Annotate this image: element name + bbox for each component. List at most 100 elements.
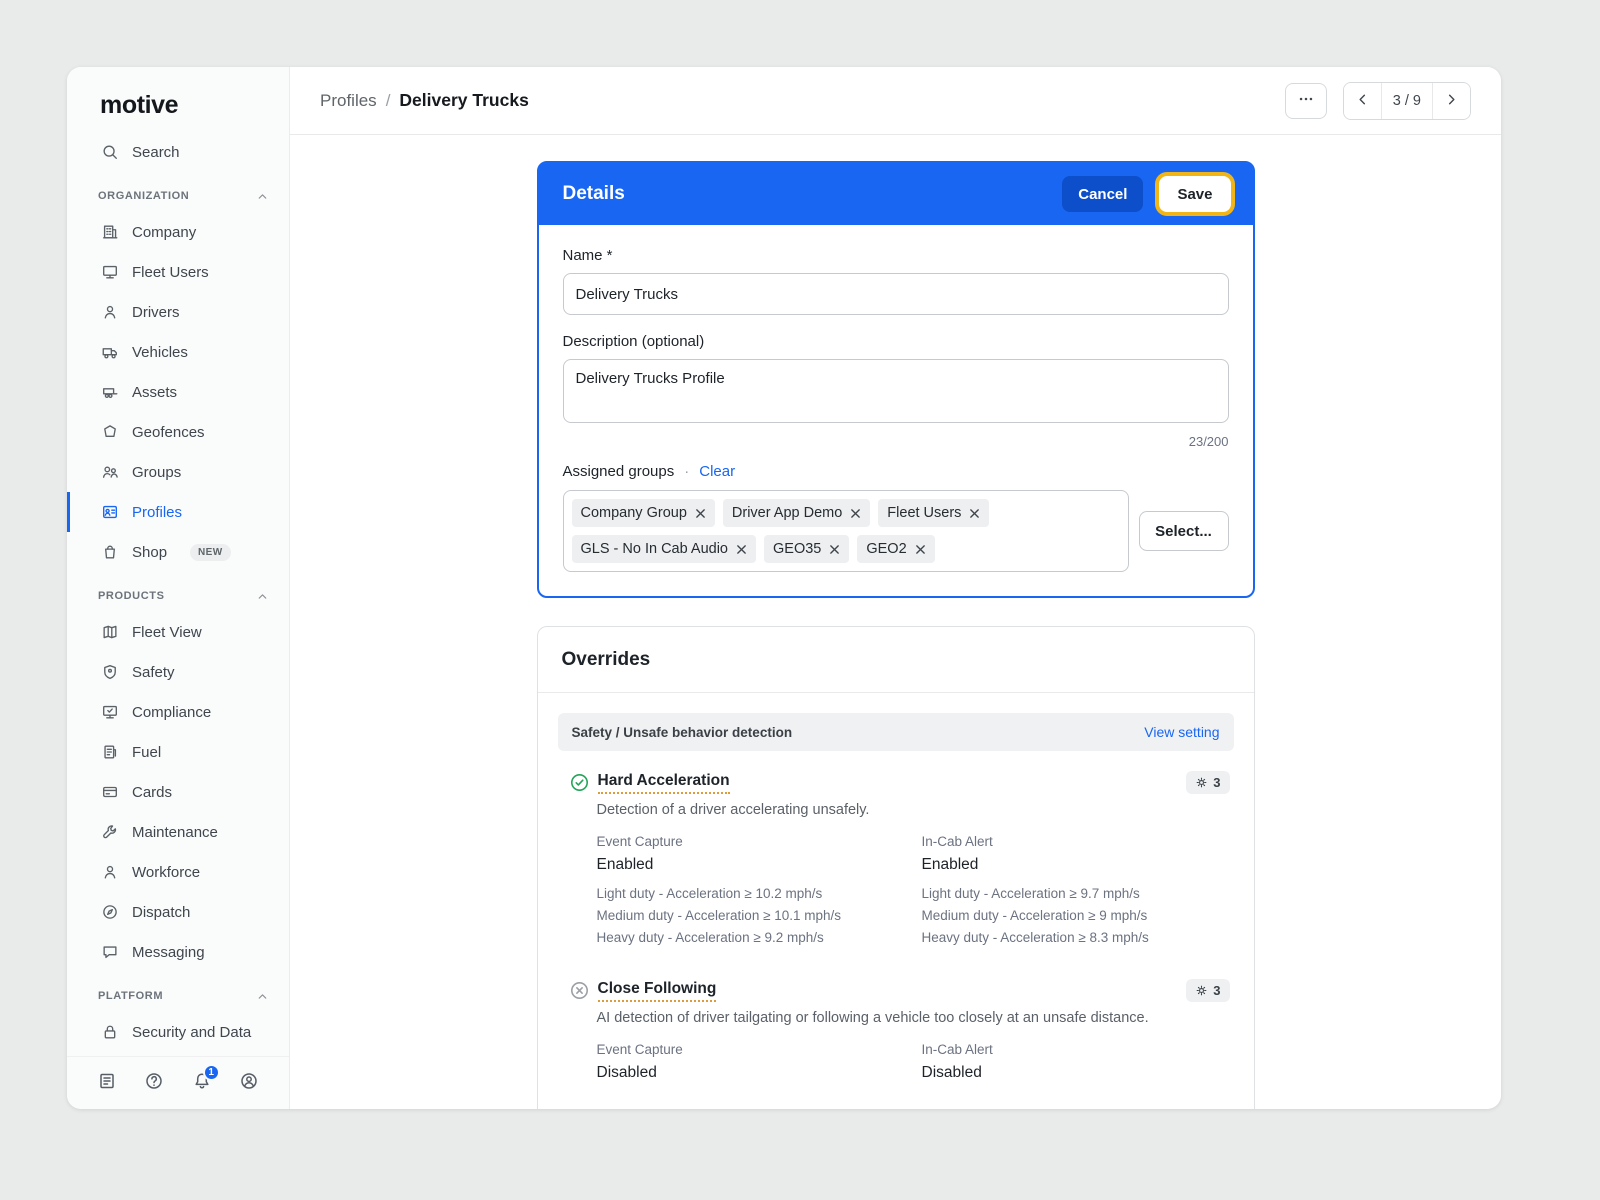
select-groups-button[interactable]: Select... [1138, 511, 1229, 551]
sidebar-item-shop[interactable]: Shop NEW [67, 532, 289, 572]
compass-icon [101, 903, 119, 921]
group-chip-label: GEO2 [866, 541, 907, 557]
details-title: Details [562, 183, 625, 204]
incab-alert-value: Enabled [921, 856, 979, 873]
more-actions-button[interactable] [1284, 82, 1327, 119]
description-textarea[interactable]: Delivery Trucks Profile [562, 359, 1229, 423]
threshold-line: Light duty - Acceleration ≥ 10.2 mph/s [596, 886, 823, 901]
sidebar-item-groups[interactable]: Groups [67, 452, 289, 492]
name-input[interactable] [562, 273, 1229, 315]
remove-chip-icon[interactable] [695, 508, 706, 519]
override-settings-grid: Event Capture Enabled Light duty - Accel… [597, 834, 1230, 949]
main-area: Profiles / Delivery Trucks 3 / 9 Details… [290, 67, 1501, 1109]
sidebar-item-geofences[interactable]: Geofences [67, 412, 289, 452]
override-item-hard-acceleration: Hard Acceleration 3 Detection of a drive… [538, 751, 1254, 949]
gear-icon [1195, 776, 1208, 789]
remove-chip-icon[interactable] [736, 544, 747, 555]
fuel-receipt-icon [101, 743, 119, 761]
group-chip: GEO35 [764, 535, 850, 563]
sidebar-item-profiles[interactable]: Profiles [67, 492, 289, 532]
feedback-icon[interactable] [97, 1071, 117, 1091]
sidebar-section-organization[interactable]: ORGANIZATION [67, 180, 289, 212]
sidebar-item-label: Search [132, 143, 180, 161]
assigned-groups-row: Assigned groups · Clear [563, 463, 1229, 480]
shopping-bag-icon [101, 543, 119, 561]
compliance-monitor-icon [101, 703, 119, 721]
sidebar-item-cards[interactable]: Cards [67, 772, 289, 812]
remove-chip-icon[interactable] [850, 508, 861, 519]
sidebar-item-safety[interactable]: Safety [67, 652, 289, 692]
group-chip-label: Driver App Demo [731, 505, 843, 521]
threshold-line: Medium duty - Acceleration ≥ 10.1 mph/s [596, 908, 842, 923]
next-page-button[interactable] [1432, 82, 1470, 119]
override-title-link[interactable]: Hard Acceleration [597, 772, 730, 794]
view-setting-link[interactable]: View setting [1144, 724, 1219, 740]
sidebar-item-compliance[interactable]: Compliance [67, 692, 289, 732]
geofence-icon [101, 423, 119, 441]
sidebar-item-label: Company [132, 223, 197, 241]
sidebar-item-label: Profiles [132, 503, 183, 521]
save-button[interactable]: Save [1159, 176, 1231, 212]
override-count: 3 [1213, 775, 1221, 790]
sidebar-item-search[interactable]: Search [67, 132, 289, 172]
remove-chip-icon[interactable] [915, 544, 926, 555]
group-chip: GLS - No In Cab Audio [571, 535, 756, 563]
threshold-line: Light duty - Acceleration ≥ 9.7 mph/s [921, 886, 1140, 901]
sidebar-item-workforce[interactable]: Workforce [67, 852, 289, 892]
company-icon [101, 223, 119, 241]
group-chip: Fleet Users [878, 499, 990, 527]
threshold-line: Heavy duty - Acceleration ≥ 9.2 mph/s [596, 930, 824, 945]
sidebar-item-label: Workforce [132, 863, 201, 881]
sidebar-item-label: Shop [132, 543, 168, 561]
remove-chip-icon[interactable] [829, 544, 840, 555]
override-count: 3 [1213, 983, 1221, 998]
sidebar-item-dispatch[interactable]: Dispatch [67, 892, 289, 932]
help-icon[interactable] [144, 1071, 164, 1091]
sidebar-item-fuel[interactable]: Fuel [67, 732, 289, 772]
notifications-bell-icon[interactable]: 1 [192, 1064, 220, 1091]
trailer-icon [101, 383, 119, 401]
cancel-button[interactable]: Cancel [1062, 176, 1144, 212]
map-icon [101, 623, 119, 641]
worker-icon [101, 863, 119, 881]
group-chip: Company Group [571, 499, 715, 527]
lock-icon [101, 1023, 119, 1041]
remove-chip-icon[interactable] [969, 508, 980, 519]
sidebar-item-label: Groups [132, 463, 182, 481]
sidebar-nav: Search ORGANIZATION Company Fleet Users … [67, 132, 289, 1056]
event-capture-column: Event Capture Disabled [597, 1042, 922, 1091]
sidebar-item-messaging[interactable]: Messaging [67, 932, 289, 972]
prev-page-button[interactable] [1343, 82, 1381, 119]
x-circle-icon [570, 981, 589, 1000]
incab-alert-column: In-Cab Alert Disabled [922, 1042, 1230, 1091]
threshold-line: Heavy duty - Acceleration ≥ 8.3 mph/s [921, 930, 1149, 945]
page-header: Profiles / Delivery Trucks 3 / 9 [290, 67, 1501, 135]
sidebar-item-assets[interactable]: Assets [67, 372, 289, 412]
sidebar-item-maintenance[interactable]: Maintenance [67, 812, 289, 852]
check-circle-icon [570, 773, 589, 792]
sidebar-item-fleet-view[interactable]: Fleet View [67, 612, 289, 652]
clear-groups-link[interactable]: Clear [699, 463, 735, 480]
override-description: AI detection of driver tailgating or fol… [596, 1010, 1149, 1026]
sidebar-item-vehicles[interactable]: Vehicles [67, 332, 289, 372]
dot-separator: · [684, 463, 690, 480]
truck-icon [101, 343, 119, 361]
account-icon[interactable] [239, 1071, 259, 1091]
override-count-badge[interactable]: 3 [1186, 979, 1230, 1002]
sidebar-item-fleet-users[interactable]: Fleet Users [67, 252, 289, 292]
sidebar-item-label: Vehicles [132, 343, 188, 361]
sidebar-section-products[interactable]: PRODUCTS [67, 580, 289, 612]
sidebar-item-company[interactable]: Company [67, 212, 289, 252]
override-description: Detection of a driver accelerating unsaf… [596, 802, 870, 818]
sidebar-section-platform[interactable]: PLATFORM [67, 980, 289, 1012]
page-indicator: 3 / 9 [1380, 82, 1432, 119]
sidebar-item-label: Safety [132, 663, 175, 681]
breadcrumb-profiles-link[interactable]: Profiles [320, 91, 377, 111]
sidebar-item-drivers[interactable]: Drivers [67, 292, 289, 332]
override-count-badge[interactable]: 3 [1186, 771, 1230, 794]
app-window: motive Search ORGANIZATION Company Fleet… [67, 67, 1501, 1109]
event-capture-value: Enabled [596, 856, 654, 873]
sidebar-item-label: Maintenance [132, 823, 218, 841]
sidebar-item-security-and-data[interactable]: Security and Data [67, 1012, 289, 1052]
override-title-link[interactable]: Close Following [597, 980, 717, 1002]
